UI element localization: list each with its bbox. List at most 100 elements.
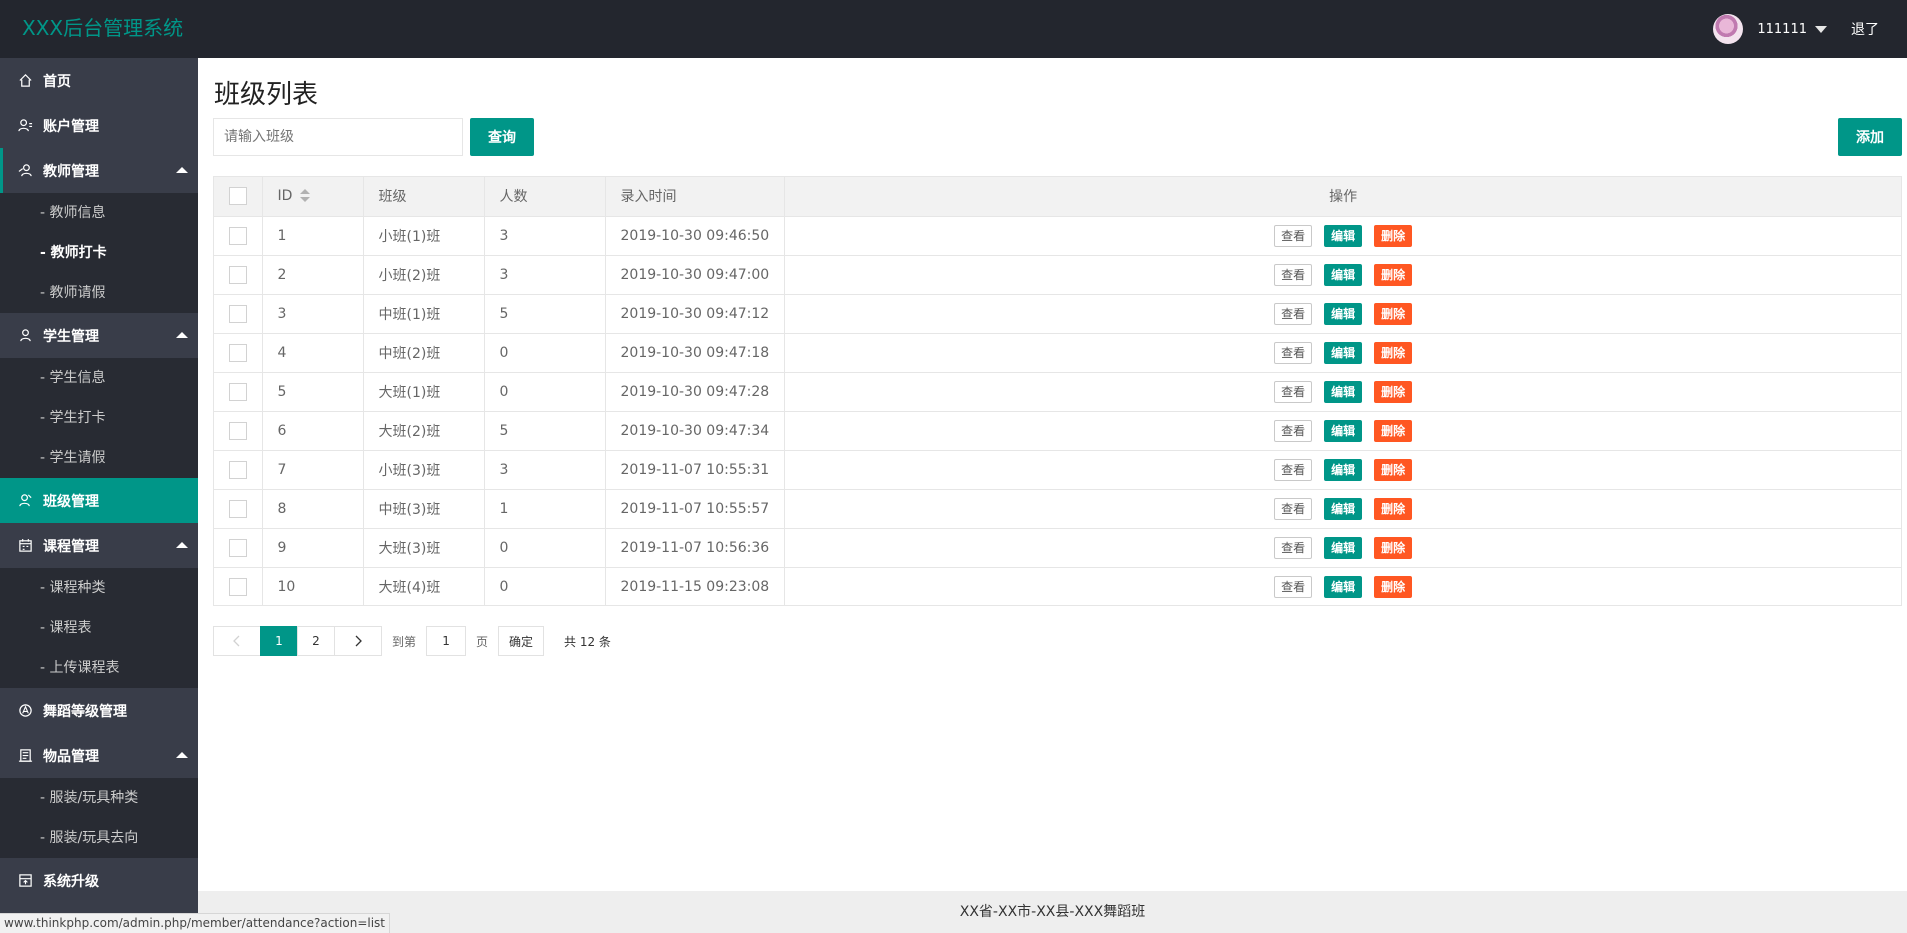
edit-button[interactable]: 编辑 [1324, 536, 1363, 559]
sort-icon[interactable] [300, 189, 311, 203]
top-header: XXX后台管理系统 111111 退了 [0, 0, 1907, 58]
delete-button[interactable]: 删除 [1374, 497, 1413, 520]
page-button-1[interactable]: 1 [260, 626, 298, 656]
sidebar-item-course-types[interactable]: - 课程种类 [0, 568, 198, 608]
sidebar-item-label: 教师管理 [43, 163, 99, 180]
view-button[interactable]: 查看 [1274, 224, 1313, 247]
edit-button[interactable]: 编辑 [1324, 575, 1363, 598]
sidebar-item-teacher-attendance[interactable]: - 教师打卡 [0, 233, 198, 273]
delete-button[interactable]: 删除 [1374, 263, 1413, 286]
sidebar-item-student-attendance[interactable]: - 学生打卡 [0, 398, 198, 438]
edit-button[interactable]: 编辑 [1324, 458, 1363, 481]
row-checkbox[interactable] [229, 382, 247, 401]
sidebar-item-student-info[interactable]: - 学生信息 [0, 358, 198, 398]
sidebar-item-label: 学生管理 [43, 328, 99, 345]
next-page-button[interactable] [334, 626, 382, 656]
sidebar-item-teacher-leave[interactable]: - 教师请假 [0, 273, 198, 313]
chevron-down-icon[interactable] [1815, 25, 1827, 33]
sidebar-item-students[interactable]: 学生管理 [0, 313, 198, 358]
logout-link[interactable]: 退了 [1851, 19, 1879, 39]
edit-button[interactable]: 编辑 [1324, 341, 1363, 364]
column-header-count: 人数 [484, 177, 606, 216]
row-checkbox[interactable] [229, 304, 247, 323]
page-button-2[interactable]: 2 [297, 626, 335, 656]
row-checkbox[interactable] [229, 460, 247, 479]
cell-time: 2019-11-07 10:55:31 [605, 450, 786, 489]
sidebar-item-accounts[interactable]: 账户管理 [0, 103, 198, 148]
row-checkbox[interactable] [229, 226, 247, 245]
sidebar-item-classes[interactable]: 班级管理 [0, 478, 198, 523]
edit-button[interactable]: 编辑 [1324, 263, 1363, 286]
edit-button[interactable]: 编辑 [1324, 380, 1363, 403]
delete-button[interactable]: 删除 [1374, 419, 1413, 442]
view-button[interactable]: 查看 [1274, 302, 1313, 325]
sidebar-item-teachers[interactable]: 教师管理 [0, 148, 198, 193]
teacher-icon [18, 163, 33, 178]
view-button[interactable]: 查看 [1274, 458, 1313, 481]
cell-time: 2019-11-15 09:23:08 [605, 567, 786, 606]
goto-confirm-button[interactable]: 确定 [498, 626, 545, 656]
avatar[interactable] [1713, 14, 1744, 44]
view-button[interactable]: 查看 [1274, 341, 1313, 364]
sidebar-item-home[interactable]: 首页 [0, 58, 198, 103]
sidebar-item-upload-schedule[interactable]: - 上传课程表 [0, 648, 198, 688]
row-checkbox[interactable] [229, 577, 247, 596]
row-checkbox[interactable] [229, 265, 247, 284]
delete-button[interactable]: 删除 [1374, 458, 1413, 481]
table-row: 7 小班(3)班 3 2019-11-07 10:55:31 查看 编辑 删除 [214, 450, 1901, 489]
sidebar-item-system-upgrade[interactable]: 系统升级 [0, 858, 198, 903]
cell-time: 2019-11-07 10:55:57 [605, 489, 786, 528]
query-button[interactable]: 查询 [470, 118, 534, 156]
add-button[interactable]: 添加 [1838, 118, 1902, 156]
user-menu[interactable]: 111111 [1713, 13, 1827, 45]
select-all-checkbox[interactable] [229, 187, 247, 206]
sidebar-item-goods-destination[interactable]: - 服装/玩具去向 [0, 818, 198, 858]
goto-page-input[interactable]: 1 [426, 626, 467, 656]
cell-class: 小班(3)班 [363, 450, 485, 489]
sidebar-item-label: 账户管理 [43, 118, 99, 135]
row-checkbox[interactable] [229, 343, 247, 362]
chevron-up-icon[interactable] [176, 752, 188, 758]
cell-id: 2 [262, 255, 364, 294]
row-checkbox-cell [214, 333, 263, 372]
sidebar-item-label: 班级管理 [43, 493, 99, 510]
edit-button[interactable]: 编辑 [1324, 224, 1363, 247]
prev-page-button[interactable] [213, 626, 261, 656]
app-logo-title[interactable]: XXX后台管理系统 [22, 14, 183, 42]
sidebar-item-course-schedule[interactable]: - 课程表 [0, 608, 198, 648]
view-button[interactable]: 查看 [1274, 575, 1313, 598]
delete-button[interactable]: 删除 [1374, 302, 1413, 325]
delete-button[interactable]: 删除 [1374, 380, 1413, 403]
goto-label: 到第 [392, 634, 417, 649]
column-header-id[interactable]: ID [262, 177, 364, 216]
view-button[interactable]: 查看 [1274, 380, 1313, 403]
sidebar-item-goods-types[interactable]: - 服装/玩具种类 [0, 778, 198, 818]
sidebar-item-teacher-info[interactable]: - 教师信息 [0, 193, 198, 233]
chevron-up-icon[interactable] [176, 542, 188, 548]
username[interactable]: 111111 [1757, 22, 1807, 37]
sidebar-item-goods[interactable]: 物品管理 [0, 733, 198, 778]
edit-button[interactable]: 编辑 [1324, 497, 1363, 520]
row-checkbox[interactable] [229, 499, 247, 518]
class-search-input[interactable] [213, 118, 463, 156]
edit-button[interactable]: 编辑 [1324, 419, 1363, 442]
row-checkbox[interactable] [229, 538, 247, 557]
delete-button[interactable]: 删除 [1374, 575, 1413, 598]
view-button[interactable]: 查看 [1274, 536, 1313, 559]
cell-count: 0 [484, 333, 606, 372]
chevron-up-icon[interactable] [176, 167, 188, 173]
cell-id: 3 [262, 294, 364, 333]
view-button[interactable]: 查看 [1274, 263, 1313, 286]
delete-button[interactable]: 删除 [1374, 341, 1413, 364]
delete-button[interactable]: 删除 [1374, 224, 1413, 247]
sidebar-item-label: 物品管理 [43, 748, 99, 765]
sidebar-item-courses[interactable]: 课程管理 [0, 523, 198, 568]
edit-button[interactable]: 编辑 [1324, 302, 1363, 325]
view-button[interactable]: 查看 [1274, 419, 1313, 442]
sidebar-item-dance-levels[interactable]: 舞蹈等级管理 [0, 688, 198, 733]
view-button[interactable]: 查看 [1274, 497, 1313, 520]
row-checkbox[interactable] [229, 421, 247, 440]
sidebar-item-student-leave[interactable]: - 学生请假 [0, 438, 198, 478]
delete-button[interactable]: 删除 [1374, 536, 1413, 559]
chevron-up-icon[interactable] [176, 332, 188, 338]
